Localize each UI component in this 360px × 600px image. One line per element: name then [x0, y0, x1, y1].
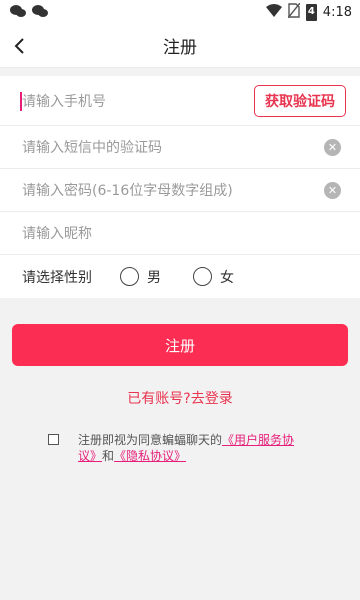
- top-spacer: [0, 68, 360, 76]
- status-time: 4:18: [322, 5, 352, 20]
- text-caret: [20, 92, 22, 111]
- privacy-link[interactable]: 《隐私协议》: [114, 449, 186, 463]
- gender-option-female[interactable]: 女: [193, 267, 234, 287]
- agreement-and: 和: [102, 449, 115, 463]
- phone-field[interactable]: 请输入手机号 获取验证码: [0, 76, 360, 126]
- nickname-input[interactable]: 请输入昵称: [22, 223, 346, 243]
- clear-icon[interactable]: ✕: [324, 181, 341, 199]
- status-bar-right: 4 4:18: [265, 2, 352, 22]
- app-bar: 注册: [0, 24, 360, 68]
- battery-icon: 4: [305, 4, 317, 21]
- phone-input[interactable]: 请输入手机号: [22, 91, 254, 111]
- gender-label: 请选择性别: [22, 269, 92, 286]
- page-title: 注册: [163, 38, 197, 58]
- gender-option-male[interactable]: 男: [120, 267, 161, 287]
- wechat-icon: [10, 4, 26, 22]
- register-button[interactable]: 注册: [12, 324, 348, 366]
- radio-icon[interactable]: [193, 267, 212, 286]
- agreement-checkbox[interactable]: [48, 434, 59, 445]
- status-bar-left: [10, 4, 48, 22]
- back-button[interactable]: [6, 32, 34, 60]
- wifi-icon: [265, 4, 282, 21]
- radio-icon[interactable]: [120, 267, 139, 286]
- password-field[interactable]: 请输入密码(6-16位字母数字组成) ✕: [0, 169, 360, 212]
- agreement: 注册即视为同意蝙蝠聊天的《用户服务协议》和《隐私协议》: [0, 432, 360, 464]
- chevron-left-icon: [14, 38, 24, 54]
- gender-option-label: 女: [220, 269, 234, 286]
- no-sim-icon: [287, 2, 301, 22]
- battery-level: 4: [307, 6, 315, 17]
- sms-code-input[interactable]: 请输入短信中的验证码: [22, 137, 324, 157]
- login-link[interactable]: 已有账号?去登录: [0, 388, 360, 408]
- status-bar: 4 4:18: [0, 0, 360, 24]
- gender-option-label: 男: [147, 269, 161, 286]
- gender-row: 请选择性别 男 女: [0, 255, 360, 298]
- nickname-field[interactable]: 请输入昵称: [0, 212, 360, 255]
- register-form: 请输入手机号 获取验证码 请输入短信中的验证码 ✕ 请输入密码(6-16位字母数…: [0, 76, 360, 298]
- sms-code-field[interactable]: 请输入短信中的验证码 ✕: [0, 126, 360, 169]
- wechat-icon: [32, 4, 48, 22]
- agreement-prefix: 注册即视为同意蝙蝠聊天的: [78, 433, 223, 447]
- get-code-button[interactable]: 获取验证码: [254, 84, 346, 117]
- password-input[interactable]: 请输入密码(6-16位字母数字组成): [22, 180, 324, 200]
- clear-icon[interactable]: ✕: [324, 138, 341, 156]
